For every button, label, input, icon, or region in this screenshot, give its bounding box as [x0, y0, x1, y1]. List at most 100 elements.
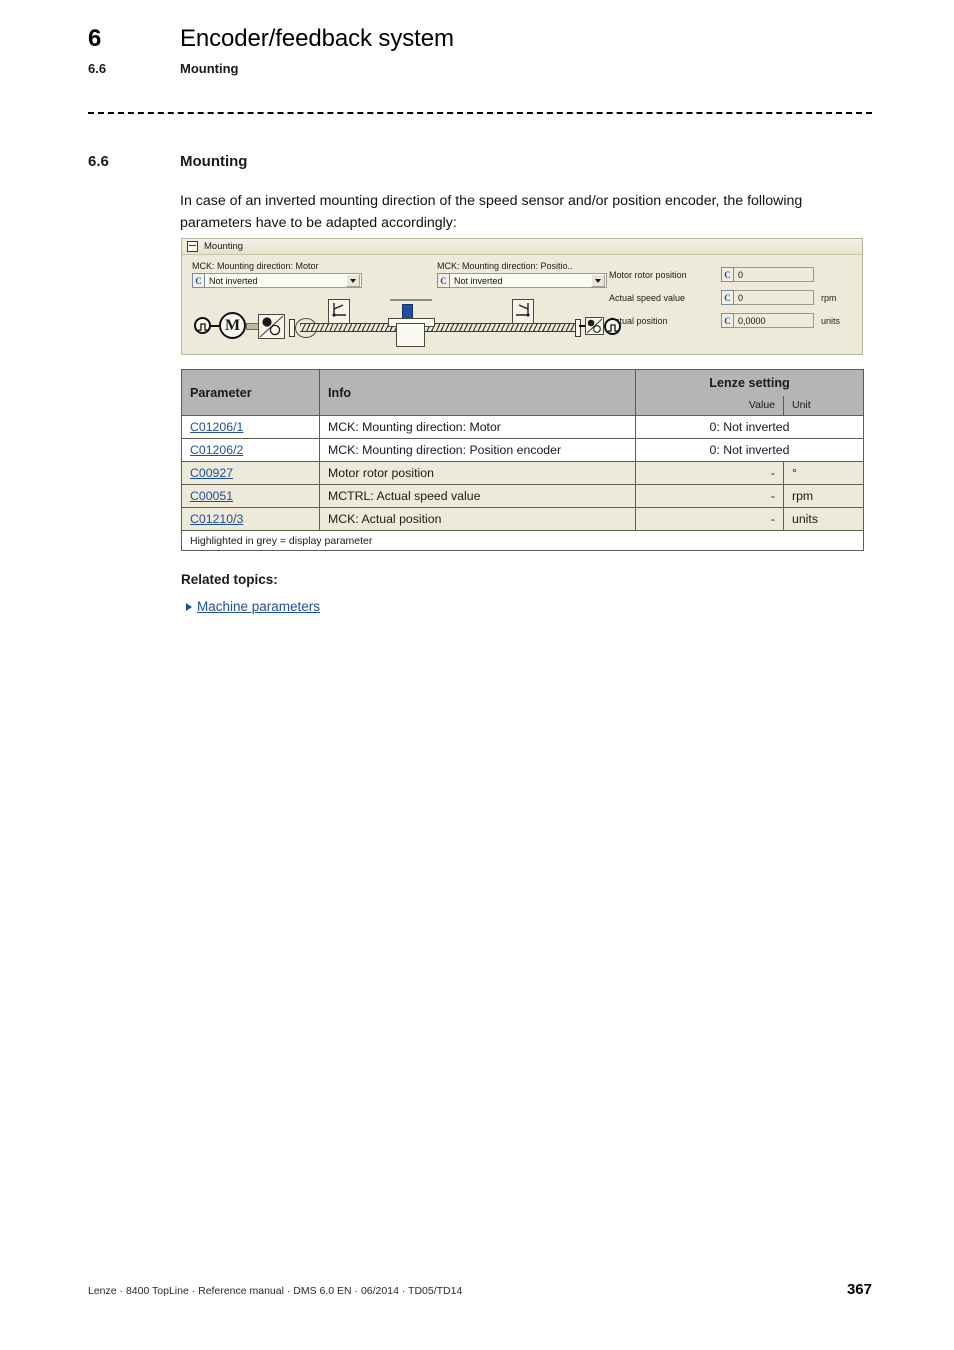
mounting-panel: Mounting MCK: Mounting direction: Motor …: [181, 238, 863, 355]
section-heading: 6.6 Mounting: [88, 152, 878, 172]
readout-value: 0: [738, 292, 744, 303]
readout-label: Actual speed value: [609, 292, 686, 303]
mounting-direction-position-select[interactable]: Not inverted: [450, 273, 607, 288]
header-section-number: 6.6: [88, 61, 107, 76]
table-note-row: Highlighted in grey = display parameter: [180, 530, 865, 551]
info-cell: MCK: Mounting direction: Position encode…: [319, 438, 636, 462]
encoder-pulse-icon: [194, 317, 211, 334]
value-cell: 0: Not inverted: [634, 415, 865, 439]
machine-parameters-link[interactable]: Machine parameters: [197, 599, 320, 614]
intro-paragraph: In case of an inverted mounting directio…: [180, 193, 803, 231]
parameter-c-button[interactable]: C: [437, 273, 450, 288]
parameter-link-cell[interactable]: C00051: [181, 484, 320, 508]
mounting-direction-motor-select[interactable]: Not inverted: [205, 273, 362, 288]
table-row: C00051 MCTRL: Actual speed value - rpm: [181, 484, 865, 508]
th-parameter: Parameter: [181, 369, 320, 416]
parameter-link[interactable]: C01206/1: [190, 420, 243, 434]
readout-label: Actual position: [609, 315, 668, 326]
footer-text: Lenze · 8400 TopLine · Reference manual …: [88, 1285, 463, 1297]
page-footer: Lenze · 8400 TopLine · Reference manual …: [88, 1281, 872, 1298]
mounting-direction-motor-label: MCK: Mounting direction: Motor: [192, 261, 319, 271]
info-cell: Motor rotor position: [319, 461, 636, 485]
value-cell: -: [635, 507, 784, 531]
limit-switch-right-icon: [512, 299, 534, 324]
parameter-link-cell[interactable]: C01206/2: [181, 438, 320, 462]
readout-label: Motor rotor position: [609, 269, 687, 280]
parameter-c-button[interactable]: C: [721, 267, 734, 282]
mounting-direction-motor-value: Not inverted: [209, 275, 258, 286]
readout-value: 0,0000: [738, 315, 766, 326]
readout-actual-position: Actual position C 0,0000 units: [609, 309, 857, 332]
chevron-down-icon[interactable]: [591, 274, 605, 287]
readout-value: 0: [738, 269, 744, 280]
mounting-direction-position-value: Not inverted: [454, 275, 503, 286]
parameter-link[interactable]: C01206/2: [190, 443, 243, 457]
parameter-link[interactable]: C00051: [190, 489, 233, 503]
parameter-c-button[interactable]: C: [192, 273, 205, 288]
unit-cell: °: [782, 461, 865, 485]
mounting-direction-position-row: C Not inverted: [437, 273, 607, 288]
encoder-right-icon: [604, 318, 621, 335]
parameter-c-button[interactable]: C: [721, 290, 734, 305]
table-row: C00927 Motor rotor position - °: [181, 461, 865, 485]
carriage-guide: [390, 299, 432, 301]
limit-switch-left-icon: [328, 299, 350, 324]
table-row: C01206/2 MCK: Mounting direction: Positi…: [181, 438, 865, 462]
gearbox-right-icon: [585, 317, 604, 335]
connector-line: [211, 325, 219, 327]
panel-titlebar: Mounting: [182, 239, 862, 255]
table-note: Highlighted in grey = display parameter: [180, 530, 865, 551]
motor-label: M: [224, 316, 241, 334]
carriage-icon: [396, 323, 425, 347]
chevron-down-icon[interactable]: [346, 274, 360, 287]
unit-cell: units: [782, 507, 865, 531]
info-cell: MCK: Actual position: [319, 507, 636, 531]
header-section-title: Mounting: [180, 61, 239, 76]
parameter-link[interactable]: C00927: [190, 466, 233, 480]
readout-motor-rotor-position: Motor rotor position C 0: [609, 263, 857, 286]
readout-field: 0: [734, 267, 814, 282]
related-topics-heading: Related topics:: [181, 572, 278, 587]
triangle-right-icon: [186, 602, 192, 611]
collapse-box-icon[interactable]: [187, 241, 198, 252]
related-topics-item[interactable]: Machine parameters: [186, 599, 320, 614]
readout-field: 0: [734, 290, 814, 305]
parameter-link[interactable]: C01210/3: [190, 512, 243, 526]
info-cell: MCK: Mounting direction: Motor: [319, 415, 636, 439]
parameter-link-cell[interactable]: C01206/1: [181, 415, 320, 439]
parameter-c-button[interactable]: C: [721, 313, 734, 328]
panel-title: Mounting: [204, 241, 244, 252]
parameter-link-cell[interactable]: C00927: [181, 461, 320, 485]
readout-unit: units: [821, 315, 841, 326]
unit-cell: rpm: [782, 484, 865, 508]
mounting-direction-motor-group: MCK: Mounting direction: Motor C Not inv…: [192, 261, 362, 288]
mounting-direction-position-group: MCK: Mounting direction: Positio.. C Not…: [437, 261, 607, 288]
value-cell: -: [635, 461, 784, 485]
mounting-direction-position-label: MCK: Mounting direction: Positio..: [437, 261, 573, 271]
gearbox-icon: [258, 314, 285, 339]
header-chapter-number: 6: [88, 25, 102, 52]
section-number: 6.6: [88, 153, 109, 170]
parameter-link-cell[interactable]: C01210/3: [181, 507, 320, 531]
th-lenze-setting: Lenze setting: [634, 369, 865, 396]
th-info: Info: [319, 369, 636, 416]
table-header-row: Parameter Info Lenze setting: [181, 369, 865, 416]
th-value: Value: [635, 395, 784, 416]
readout-field: 0,0000: [734, 313, 814, 328]
th-unit: Unit: [782, 395, 865, 416]
bearing-plate-right: [575, 319, 581, 337]
header-section-row: 6.6 Mounting: [88, 60, 878, 77]
readout-list: Motor rotor position C 0 Actual speed va…: [609, 263, 857, 332]
table-row: C01210/3 MCK: Actual position - units: [181, 507, 865, 531]
table-row: C01206/1 MCK: Mounting direction: Motor …: [181, 415, 865, 439]
value-cell: -: [635, 484, 784, 508]
header-chapter-title: Encoder/feedback system: [180, 25, 454, 52]
header-divider: [88, 112, 872, 114]
parameter-table: Parameter Info Lenze setting Value Unit …: [180, 369, 865, 551]
value-cell: 0: Not inverted: [634, 438, 865, 462]
page-title: Mounting: [180, 153, 248, 170]
readout-actual-speed-value: Actual speed value C 0 rpm: [609, 286, 857, 309]
readout-unit: rpm: [821, 292, 837, 303]
mounting-direction-motor-row: C Not inverted: [192, 273, 362, 288]
panel-body: MCK: Mounting direction: Motor C Not inv…: [182, 255, 862, 354]
